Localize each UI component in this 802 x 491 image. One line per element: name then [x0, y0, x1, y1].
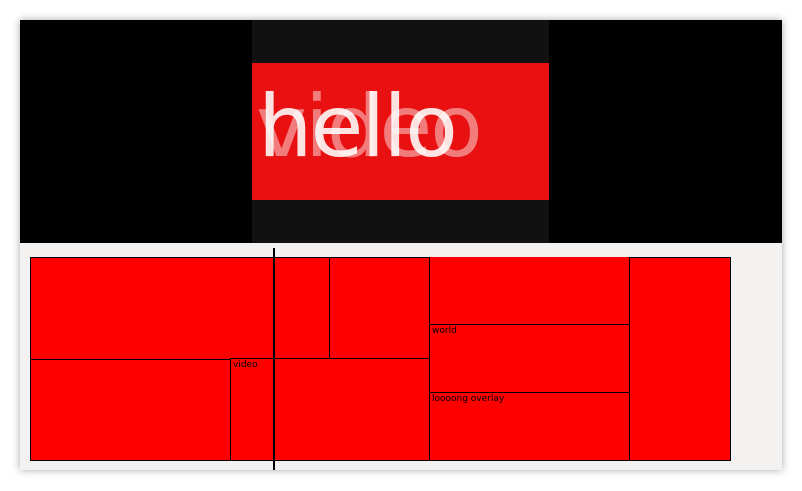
clip-label: loooong overlay: [432, 394, 505, 404]
clip-label: world: [432, 326, 457, 336]
timeline-clip[interactable]: [30, 257, 330, 360]
app-window: video hello hello video world loooong ov…: [20, 20, 782, 470]
timeline-clip-loooong-overlay[interactable]: loooong overlay: [429, 392, 630, 461]
timeline-clip-video[interactable]: video: [230, 358, 431, 461]
timeline-clip-world-body[interactable]: world: [429, 324, 630, 393]
video-preview: video hello: [20, 20, 782, 243]
preview-text-hello: hello: [258, 77, 458, 177]
timeline: hello video world loooong overlay: [20, 243, 782, 470]
preview-frame: video hello: [252, 20, 549, 243]
playhead[interactable]: [273, 248, 275, 470]
preview-clip-area: video hello: [252, 63, 549, 200]
clip-label: video: [233, 360, 258, 370]
